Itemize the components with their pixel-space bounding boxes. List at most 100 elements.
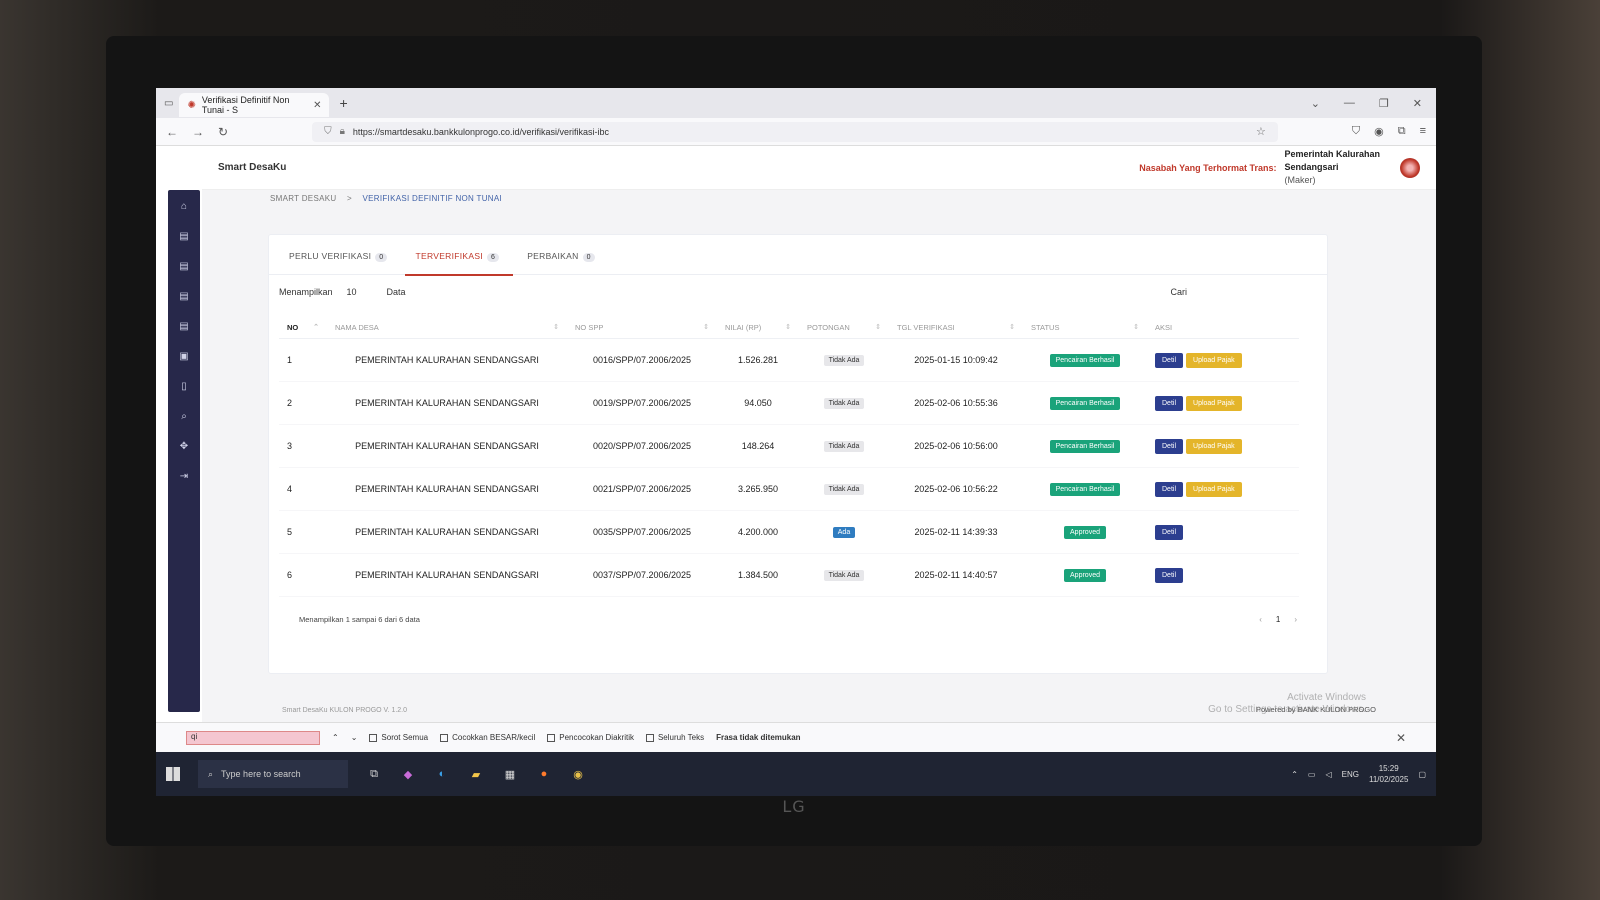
cell-no-spp: 0035/SPP/07.2006/2025 xyxy=(567,510,717,554)
shield-icon[interactable]: ⛉ xyxy=(324,126,332,137)
account-icon[interactable]: ◉ xyxy=(1374,125,1384,138)
col-status[interactable]: STATUS ⇕ xyxy=(1023,317,1147,339)
tab-perlu-verifikasi[interactable]: PERLU VERIFIKASI 0 xyxy=(289,251,388,274)
status-badge: Approved xyxy=(1064,568,1106,582)
restore-icon[interactable]: ❐ xyxy=(1379,97,1389,110)
potongan-chip: Tidak Ada xyxy=(823,355,865,366)
back-icon[interactable]: ← xyxy=(166,125,178,139)
lock-icon[interactable]: 🔒︎ xyxy=(340,126,345,137)
col-no[interactable]: NO ⌃ xyxy=(279,317,327,339)
url-text[interactable]: https://smartdesaku.bankkulonprogo.co.id… xyxy=(353,127,609,137)
reload-icon[interactable]: ↻ xyxy=(218,125,228,139)
copilot-icon[interactable]: ◆ xyxy=(400,766,416,782)
taskbar-search[interactable]: ⌕ Type here to search xyxy=(198,760,348,788)
forward-icon[interactable]: → xyxy=(192,125,204,139)
tab-label: PERBAIKAN xyxy=(527,251,579,261)
money-icon[interactable]: ▣ xyxy=(176,348,192,364)
tab-perbaikan[interactable]: PERBAIKAN 0 xyxy=(527,251,595,274)
cell-status: Pencairan Berhasil xyxy=(1023,467,1147,511)
option-diacritics[interactable]: Pencocokan Diakritik xyxy=(547,733,634,742)
home-icon[interactable]: ⌂ xyxy=(176,198,192,214)
checkbox[interactable] xyxy=(547,733,556,742)
find-prev-icon[interactable]: ⌃ xyxy=(332,733,339,742)
detil-button[interactable]: Detil xyxy=(1155,524,1184,540)
map-icon[interactable]: ▤ xyxy=(176,258,192,274)
table-row: 1 PEMERINTAH KALURAHAN SENDANGSARI 0016/… xyxy=(279,338,1299,382)
pocket-icon[interactable]: ⛉ xyxy=(1352,125,1360,138)
table-row: 4 PEMERINTAH KALURAHAN SENDANGSARI 0021/… xyxy=(279,467,1299,511)
detil-button[interactable]: Detil xyxy=(1155,395,1184,411)
tray-chevron-icon[interactable]: ⌃ xyxy=(1291,770,1298,779)
document-icon[interactable]: ▯ xyxy=(176,378,192,394)
url-bar[interactable]: ⛉ 🔒︎ https://smartdesaku.bankkulonprogo.… xyxy=(312,121,1278,142)
breadcrumb-root[interactable]: SMART DESAKU xyxy=(270,194,336,203)
option-match-case[interactable]: Cocokkan BESAR/kecil xyxy=(440,733,535,742)
user-info[interactable]: Pemerintah Kalurahan Sendangsari (Maker) xyxy=(1284,148,1380,187)
prev-page-icon[interactable]: ‹ xyxy=(1259,615,1262,624)
move-icon[interactable]: ✥ xyxy=(176,438,192,454)
minimize-icon[interactable]: — xyxy=(1344,97,1355,110)
firefox-icon[interactable]: ● xyxy=(536,766,552,782)
detil-button[interactable]: Detil xyxy=(1155,481,1184,497)
clock[interactable]: 15:29 11/02/2025 xyxy=(1369,763,1408,785)
page-number[interactable]: 1 xyxy=(1276,615,1280,624)
detil-button[interactable]: Detil xyxy=(1155,438,1184,454)
menu-icon[interactable]: ≡ xyxy=(1420,125,1426,138)
col-nilai[interactable]: NILAI (RP) ⇕ xyxy=(717,317,799,339)
windows-start-icon[interactable] xyxy=(166,767,180,781)
page-length-select[interactable]: 10 xyxy=(347,287,373,297)
upload-pajak-button[interactable]: Upload Pajak xyxy=(1186,438,1242,454)
search-icon[interactable]: ⌕ xyxy=(176,408,192,424)
col-potongan[interactable]: POTONGAN ⇕ xyxy=(799,317,889,339)
map-icon[interactable]: ▤ xyxy=(176,228,192,244)
detil-button[interactable]: Detil xyxy=(1155,352,1184,368)
map-icon[interactable]: ▤ xyxy=(176,318,192,334)
close-findbar-icon[interactable]: ✕ xyxy=(1396,731,1406,745)
upload-pajak-button[interactable]: Upload Pajak xyxy=(1186,481,1242,497)
detil-button[interactable]: Detil xyxy=(1155,567,1184,583)
data-label: Data xyxy=(386,287,406,297)
next-page-icon[interactable]: › xyxy=(1294,615,1297,624)
app-brand[interactable]: Smart DesaKu xyxy=(218,162,286,173)
option-highlight-all[interactable]: Sorot Semua xyxy=(369,733,428,742)
find-next-icon[interactable]: ⌄ xyxy=(351,733,358,742)
org-logo-icon[interactable] xyxy=(1400,157,1420,178)
option-label: Seluruh Teks xyxy=(657,733,705,742)
notification-icon[interactable]: ▢ xyxy=(1418,770,1426,779)
edge-icon[interactable]: ◐ xyxy=(434,766,450,782)
option-whole-words[interactable]: Seluruh Teks xyxy=(645,733,705,742)
map-icon[interactable]: ▤ xyxy=(176,288,192,304)
chrome-icon[interactable]: ◉ xyxy=(570,766,586,782)
col-label: NAMA DESA xyxy=(335,323,379,332)
checkbox[interactable] xyxy=(645,733,654,742)
language-indicator[interactable]: ENG xyxy=(1342,770,1359,779)
tab-terverifikasi[interactable]: TERVERIFIKASI 6 xyxy=(405,251,513,276)
task-view-icon[interactable]: ⧉ xyxy=(366,766,382,782)
new-tab-icon[interactable]: + xyxy=(339,95,347,111)
volume-icon[interactable]: ◁ xyxy=(1325,770,1331,779)
cell-nama-desa: PEMERINTAH KALURAHAN SENDANGSARI xyxy=(327,381,567,425)
logout-icon[interactable]: ⇥ xyxy=(176,468,192,484)
network-icon[interactable]: ▭ xyxy=(1308,770,1316,779)
close-window-icon[interactable]: ✕ xyxy=(1413,97,1422,110)
upload-pajak-button[interactable]: Upload Pajak xyxy=(1186,395,1242,411)
chevron-down-icon[interactable]: ⌄ xyxy=(1311,97,1320,110)
tab-list-icon[interactable]: ▭ xyxy=(164,98,173,109)
bookmark-star-icon[interactable]: ☆ xyxy=(1256,125,1266,138)
store-icon[interactable]: ▦ xyxy=(502,766,518,782)
find-input[interactable]: qi xyxy=(186,730,320,745)
file-explorer-icon[interactable]: ▰ xyxy=(468,766,484,782)
extensions-icon[interactable]: ⧉ xyxy=(1398,125,1406,138)
cell-nilai: 3.265.950 xyxy=(717,467,799,511)
col-no-spp[interactable]: NO SPP ⇕ xyxy=(567,317,717,339)
checkbox[interactable] xyxy=(440,733,449,742)
col-tgl-verifikasi[interactable]: TGL VERIFIKASI ⇕ xyxy=(889,317,1023,339)
sort-icon: ⇕ xyxy=(553,324,559,331)
browser-tab[interactable]: ✺ Verifikasi Definitif Non Tunai - S ✕ xyxy=(179,93,330,117)
col-nama-desa[interactable]: NAMA DESA ⇕ xyxy=(327,317,567,339)
find-bar: qi ⌃ ⌄ Sorot Semua Cocokkan BESAR/kecil … xyxy=(156,722,1436,752)
close-tab-icon[interactable]: ✕ xyxy=(313,100,321,111)
table-row: 3 PEMERINTAH KALURAHAN SENDANGSARI 0020/… xyxy=(279,424,1299,468)
checkbox[interactable] xyxy=(369,733,378,742)
upload-pajak-button[interactable]: Upload Pajak xyxy=(1186,352,1242,368)
